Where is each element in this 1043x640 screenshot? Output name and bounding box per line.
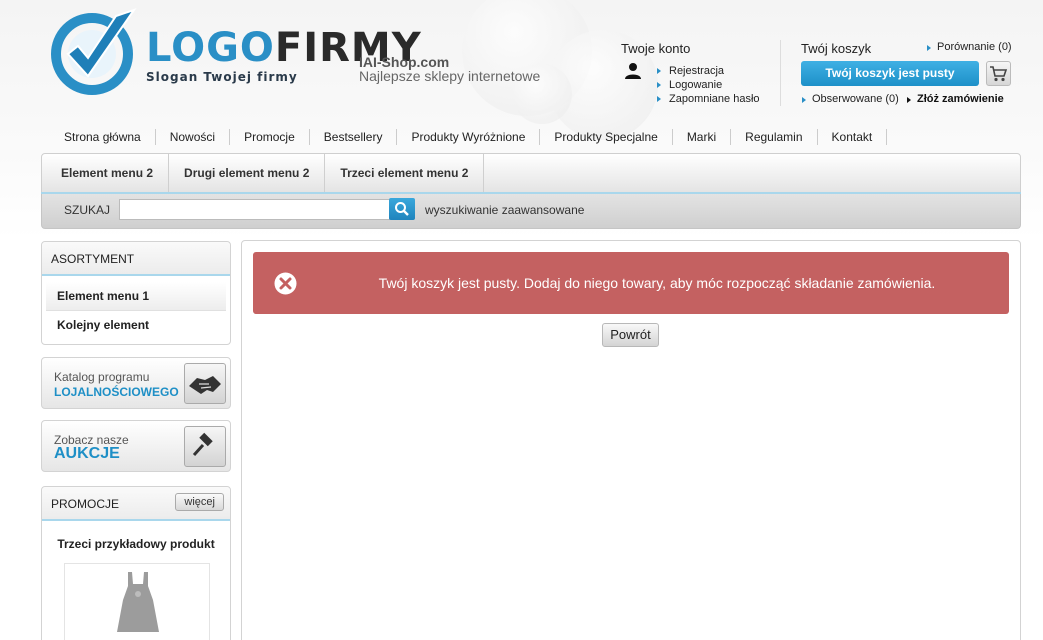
compare-link[interactable]: Porównanie (0) <box>926 41 1012 53</box>
main-menu: Strona główna Nowości Promocje Bestselle… <box>50 129 888 145</box>
menu-item-terms[interactable]: Regulamin <box>731 129 818 145</box>
sub-menu: Element menu 2 Drugi element menu 2 Trze… <box>41 153 1021 193</box>
observed-label: Obserwowane (0) <box>812 93 899 105</box>
cart-icon <box>990 66 1008 82</box>
cart-title: Twój koszyk <box>801 41 872 56</box>
auction-line2: AUKCJE <box>54 445 120 462</box>
forgot-password-link[interactable]: Zapomniane hasło <box>656 92 760 106</box>
login-link-label: Logowanie <box>669 79 723 91</box>
dress-icon <box>117 572 159 632</box>
logo-check-icon <box>51 8 137 95</box>
loyalty-line2: LOJALNOŚCIOWEGO <box>54 385 179 399</box>
login-link[interactable]: Logowanie <box>656 78 760 92</box>
assortment-item[interactable]: Element menu 1 <box>46 282 226 311</box>
auction-icon-box <box>184 426 226 467</box>
logo-slogan: Slogan Twojej firmy <box>146 70 298 84</box>
header-divider <box>780 40 781 106</box>
menu-item-bestsellers[interactable]: Bestsellery <box>310 129 398 145</box>
menu-item-home[interactable]: Strona główna <box>50 129 156 145</box>
loyalty-icon-box <box>184 363 226 404</box>
assortment-title: ASORTYMENT <box>51 252 135 266</box>
menu-item-special[interactable]: Produkty Specjalne <box>540 129 673 145</box>
register-link-label: Rejestracja <box>669 65 725 77</box>
search-label: SZUKAJ <box>64 203 111 217</box>
search-button[interactable] <box>389 198 415 220</box>
menu-item-featured[interactable]: Produkty Wyróżnione <box>397 129 541 145</box>
account-title: Twoje konto <box>621 41 691 56</box>
menu-item-contact[interactable]: Kontakt <box>818 129 888 145</box>
assortment-panel: ASORTYMENT Element menu 1 Kolejny elemen… <box>41 241 231 345</box>
cart-icon-button[interactable] <box>986 61 1011 86</box>
register-link[interactable]: Rejestracja <box>656 64 760 78</box>
place-order-link[interactable]: Złóż zamówienie <box>906 93 1004 105</box>
assortment-header: ASORTYMENT <box>42 242 230 276</box>
submenu-item-3[interactable]: Trzeci element menu 2 <box>325 154 485 192</box>
arrow-icon <box>927 45 931 51</box>
arrow-icon <box>802 97 806 103</box>
back-button[interactable]: Powrót <box>602 323 659 347</box>
submenu-item-2[interactable]: Drugi element menu 2 <box>169 154 326 192</box>
compare-label: Porównanie (0) <box>937 41 1012 53</box>
gavel-icon <box>192 432 213 457</box>
cart-button[interactable]: Twój koszyk jest pusty <box>801 61 979 86</box>
loyalty-line1: Katalog programu <box>54 370 150 384</box>
promotions-title: PROMOCJE <box>51 497 120 511</box>
company-logo[interactable]: LOGOFIRMY Slogan Twojej firmy <box>50 6 421 96</box>
arrow-icon <box>907 97 911 103</box>
product-image[interactable] <box>64 563 210 640</box>
auctions-banner[interactable]: Zobacz nasze AUKCJE <box>41 420 231 472</box>
promotions-header: PROMOCJE więcej <box>42 487 230 521</box>
logo-wordmark-part1: LOGO <box>146 25 275 71</box>
arrow-icon <box>657 68 661 74</box>
menu-item-brands[interactable]: Marki <box>673 129 732 145</box>
advanced-search-link[interactable]: wyszukiwanie zaawansowane <box>425 203 584 217</box>
arrow-icon <box>657 96 661 102</box>
forgot-password-label: Zapomniane hasło <box>669 93 760 105</box>
arrow-icon <box>657 82 661 88</box>
account-links: Rejestracja Logowanie Zapomniane hasło <box>656 64 760 106</box>
assortment-item[interactable]: Kolejny element <box>46 311 226 340</box>
search-input[interactable] <box>119 199 390 220</box>
shop-description: Najlepsze sklepy internetowe <box>359 68 541 84</box>
user-icon <box>625 63 641 79</box>
submenu-item-1[interactable]: Element menu 2 <box>42 154 170 192</box>
alert-message: Twój koszyk jest pusty. Dodaj do niego t… <box>378 275 936 291</box>
menu-item-promotions[interactable]: Promocje <box>230 129 310 145</box>
empty-cart-alert: Twój koszyk jest pusty. Dodaj do niego t… <box>253 252 1009 314</box>
menu-item-new[interactable]: Nowości <box>156 129 231 145</box>
search-bar: SZUKAJ wyszukiwanie zaawansowane <box>41 194 1021 229</box>
handshake-icon <box>189 376 221 394</box>
observed-link[interactable]: Obserwowane (0) <box>801 93 899 105</box>
place-order-label: Złóż zamówienie <box>917 93 1004 105</box>
loyalty-catalog-banner[interactable]: Katalog programu LOJALNOŚCIOWEGO <box>41 357 231 409</box>
search-icon <box>395 202 409 216</box>
product-name[interactable]: Trzeci przykładowy produkt <box>42 537 230 551</box>
more-button[interactable]: więcej <box>175 493 224 511</box>
promotions-panel: PROMOCJE więcej Trzeci przykładowy produ… <box>41 486 231 640</box>
